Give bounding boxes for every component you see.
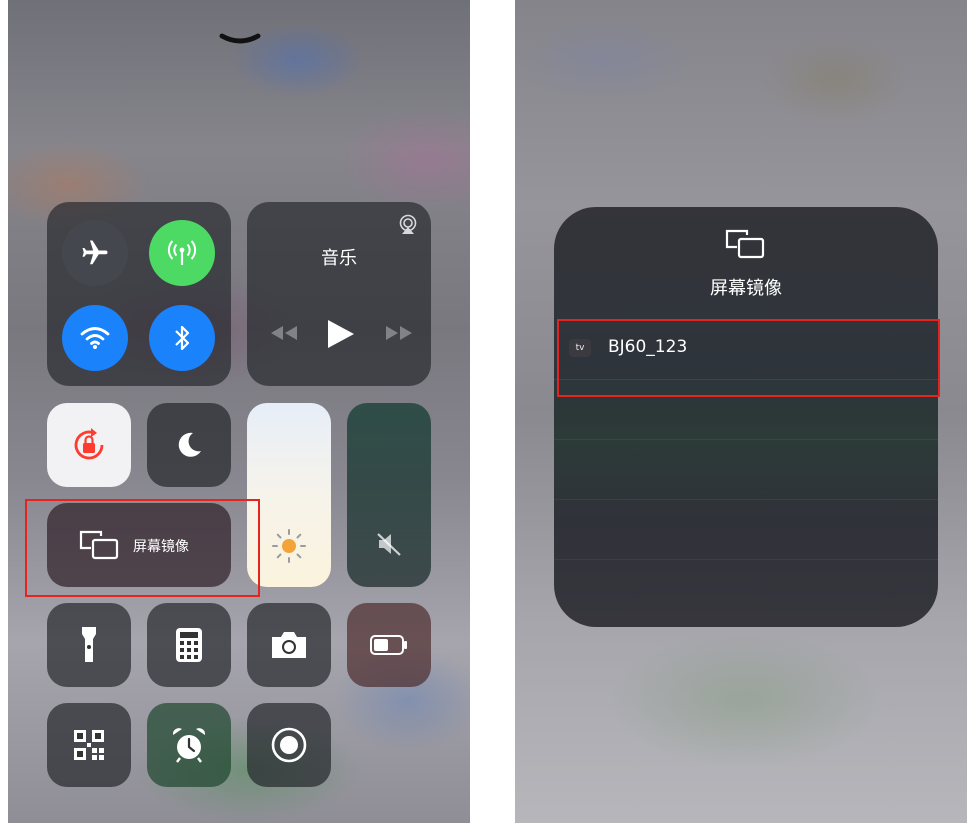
camera-button[interactable] (247, 603, 331, 687)
play-icon[interactable] (326, 318, 356, 350)
highlight-box (557, 319, 940, 397)
empty-row (554, 499, 938, 560)
qr-code-scanner-button[interactable] (47, 703, 131, 787)
cellular-antenna-icon (167, 240, 197, 265)
airplay-icon[interactable] (397, 214, 419, 236)
rotation-lock-toggle[interactable] (47, 403, 131, 487)
alarm-clock-icon (172, 728, 206, 763)
mute-icon (377, 533, 401, 556)
screen-mirroring-icon (725, 229, 765, 259)
flashlight-button[interactable] (47, 603, 131, 687)
brightness-sun-icon (272, 529, 306, 563)
do-not-disturb-toggle[interactable] (147, 403, 231, 487)
screen-mirroring-screen: 屏幕镜像 tv BJ60_123 (515, 0, 967, 823)
bluetooth-toggle[interactable] (149, 305, 215, 371)
airplane-mode-toggle[interactable] (62, 220, 128, 286)
rotation-lock-icon (74, 428, 104, 460)
cellular-data-toggle[interactable] (149, 220, 215, 286)
record-icon (271, 727, 307, 763)
airplane-icon (82, 240, 108, 265)
alarm-button[interactable] (147, 703, 231, 787)
fast-forward-icon[interactable] (384, 324, 414, 342)
camera-icon (272, 632, 306, 658)
calculator-icon (176, 628, 202, 662)
rewind-icon[interactable] (269, 324, 299, 342)
music-title: 音乐 (321, 248, 357, 269)
moon-icon (178, 432, 201, 457)
panel-title: 屏幕镜像 (710, 278, 782, 299)
wifi-icon (80, 327, 110, 349)
qr-code-icon (74, 730, 104, 760)
highlight-box (25, 499, 260, 597)
screen-recording-button[interactable] (247, 703, 331, 787)
empty-row (554, 439, 938, 500)
calculator-button[interactable] (147, 603, 231, 687)
music-module[interactable]: 音乐 (247, 202, 431, 386)
volume-slider[interactable] (347, 403, 431, 587)
control-center-screen: 音乐 屏幕镜像 (8, 0, 470, 823)
screen-mirroring-panel: 屏幕镜像 tv BJ60_123 (554, 207, 938, 627)
connectivity-module (47, 202, 231, 386)
battery-icon (370, 635, 407, 655)
low-power-mode-button[interactable] (347, 603, 431, 687)
wifi-toggle[interactable] (62, 305, 128, 371)
chevron-down-icon[interactable] (218, 32, 262, 48)
flashlight-icon (82, 627, 96, 662)
bluetooth-icon (175, 325, 190, 351)
